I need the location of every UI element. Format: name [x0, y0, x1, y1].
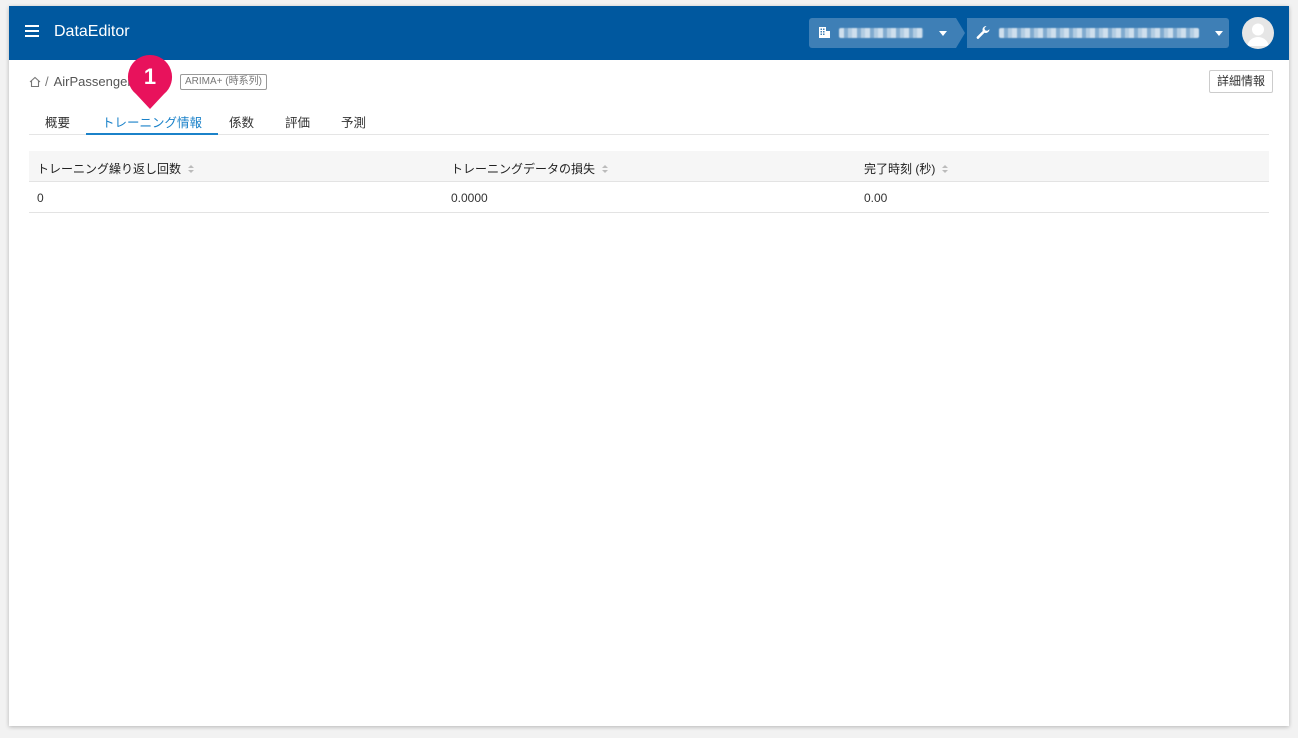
training-table: トレーニング繰り返し回数 トレーニングデータの損失 完了時刻 (秒) 0 0.0…	[29, 151, 1269, 213]
details-button[interactable]: 詳細情報	[1209, 70, 1274, 93]
tab-forecast[interactable]: 予測	[341, 112, 366, 134]
tab-overview[interactable]: 概要	[45, 112, 70, 134]
tab-training-info[interactable]: トレーニング情報	[86, 112, 219, 135]
sort-icon[interactable]	[602, 164, 609, 173]
chevron-down-icon	[1215, 31, 1223, 36]
breadcrumb: / AirPassenger	[29, 74, 132, 89]
column-header-label: 完了時刻 (秒)	[864, 162, 936, 176]
app-title: DataEditor	[54, 23, 130, 40]
chevron-down-icon	[939, 31, 947, 36]
tab-evaluation[interactable]: 評価	[285, 112, 310, 134]
organization-name-redacted	[839, 28, 923, 38]
app-bar: DataEditor	[9, 6, 1289, 60]
sort-icon[interactable]	[942, 164, 949, 173]
tab-coefficients[interactable]: 係数	[229, 112, 254, 134]
breadcrumb-arrow	[956, 18, 965, 48]
breadcrumb-separator: /	[45, 74, 49, 89]
wrench-icon	[976, 25, 990, 39]
column-header-label: トレーニング繰り返し回数	[37, 162, 182, 176]
breadcrumb-current: AirPassenger	[53, 74, 132, 89]
step-callout: 1	[127, 54, 173, 109]
column-header-label: トレーニングデータの損失	[451, 162, 596, 176]
building-icon	[819, 27, 830, 38]
user-avatar-icon[interactable]	[1242, 17, 1274, 49]
organization-selector[interactable]	[809, 18, 956, 48]
menu-icon[interactable]	[25, 25, 39, 37]
table-cell: 0	[37, 191, 44, 205]
project-selector[interactable]	[967, 18, 1229, 48]
tab-bar: 概要 トレーニング情報 係数 評価 予測	[29, 108, 1269, 135]
column-header[interactable]: トレーニング繰り返し回数	[37, 160, 195, 177]
model-type-badge: ARIMA+ (時系列)	[180, 74, 267, 90]
sort-icon[interactable]	[188, 164, 195, 173]
column-header[interactable]: トレーニングデータの損失	[451, 160, 609, 177]
table-header-row: トレーニング繰り返し回数 トレーニングデータの損失 完了時刻 (秒)	[29, 151, 1269, 182]
table-row: 0 0.0000 0.00	[29, 182, 1269, 213]
home-icon[interactable]	[29, 76, 41, 88]
column-header[interactable]: 完了時刻 (秒)	[864, 160, 949, 177]
project-name-redacted	[999, 28, 1199, 38]
step-number: 1	[144, 64, 156, 89]
app-window: DataEditor / AirPassenger ARIMA+ (時系列) 詳…	[9, 6, 1289, 726]
table-cell: 0.00	[864, 191, 888, 205]
table-cell: 0.0000	[451, 191, 488, 205]
